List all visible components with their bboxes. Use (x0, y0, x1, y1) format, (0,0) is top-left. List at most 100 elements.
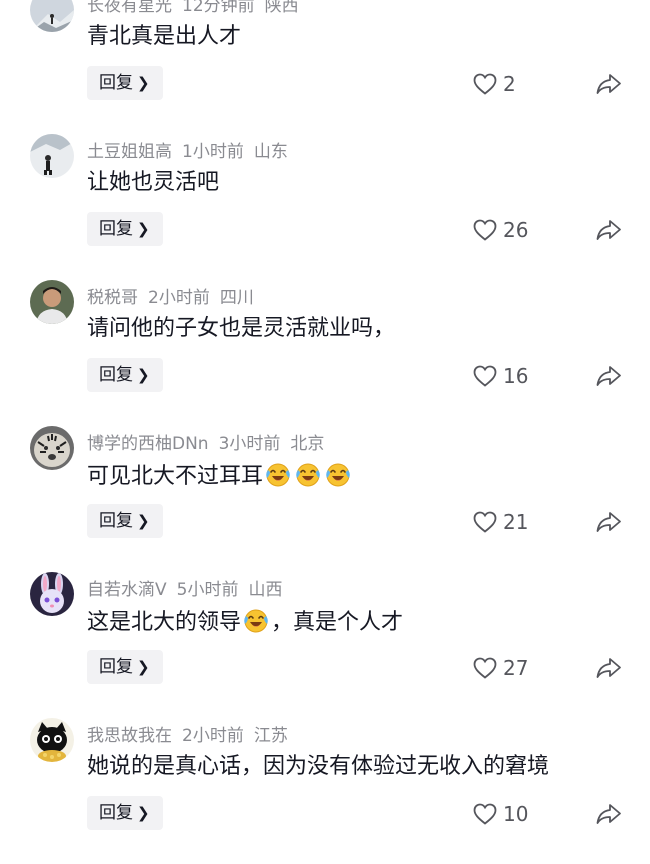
chevron-right-icon: ❯ (137, 220, 150, 238)
chevron-right-icon: ❯ (137, 658, 150, 676)
cartoon-cat-avatar-icon (30, 718, 74, 762)
comment-text-main: 她说的是真心话，因为没有体验过无收入的窘境 (87, 754, 550, 779)
share-arrow-icon (596, 366, 621, 386)
comment-item: 我思故我在 2小时前 江苏 她说的是真心话，因为没有体验过无收入的窘境 回复 ❯ 10 (0, 718, 650, 864)
share-arrow-icon (596, 74, 621, 94)
comment-text-main: 青北真是出人才 (87, 24, 242, 49)
share-button[interactable] (596, 510, 622, 534)
username[interactable]: 长夜有星光 (87, 0, 172, 16)
reply-label: 回复 (99, 511, 133, 531)
user-avatar[interactable] (30, 426, 74, 470)
reply-button[interactable]: 回复 ❯ (87, 66, 163, 100)
comment-item: 税税哥 2小时前 四川 请问他的子女也是灵活就业吗， 回复 ❯ 16 (0, 280, 650, 426)
timestamp: 5小时前 (176, 580, 239, 600)
comment-text: 请问他的子女也是灵活就业吗， (87, 314, 395, 344)
user-avatar[interactable] (30, 572, 74, 616)
share-button[interactable] (596, 802, 622, 826)
laughing-crying-emoji-icon (324, 460, 352, 488)
comment-item: 土豆姐姐高 1小时前 山东 让她也灵活吧 回复 ❯ 26 (0, 134, 650, 280)
comment-meta: 土豆姐姐高 1小时前 山东 (87, 142, 298, 162)
like-count: 26 (503, 218, 529, 242)
username[interactable]: 自若水滴V (87, 580, 167, 600)
username[interactable]: 博学的西柚DNn (87, 434, 209, 454)
comment-text-tail: ，真是个人才 (271, 610, 404, 635)
laughing-crying-emoji-icon (294, 460, 322, 488)
comment-meta: 长夜有星光 12分钟前 陕西 (87, 0, 309, 16)
portrait-avatar-icon (30, 280, 74, 324)
share-arrow-icon (596, 658, 621, 678)
reply-button[interactable]: 回复 ❯ (87, 212, 163, 246)
like-button[interactable]: 16 (473, 363, 528, 389)
comment-text: 可见北大不过耳耳 (87, 460, 353, 492)
comment-text-main: 让她也灵活吧 (87, 170, 220, 195)
share-button[interactable] (596, 72, 622, 96)
user-avatar[interactable] (30, 0, 74, 32)
reply-button[interactable]: 回复 ❯ (87, 650, 163, 684)
comment-meta: 自若水滴V 5小时前 山西 (87, 580, 292, 600)
location: 北京 (290, 434, 325, 454)
heart-icon (473, 219, 497, 241)
timestamp: 12分钟前 (182, 0, 255, 16)
comment-text-main: 请问他的子女也是灵活就业吗， (87, 316, 396, 341)
user-avatar[interactable] (30, 718, 74, 762)
comment-text-main: 这是北大的领导 (87, 610, 242, 635)
location: 山西 (248, 580, 283, 600)
timestamp: 2小时前 (182, 726, 244, 746)
comment-meta: 我思故我在 2小时前 江苏 (87, 726, 298, 746)
timestamp: 1小时前 (182, 142, 244, 162)
chevron-right-icon: ❯ (137, 366, 150, 384)
heart-icon (473, 73, 497, 95)
comment-text: 青北真是出人才 (87, 22, 241, 52)
reply-label: 回复 (99, 657, 133, 677)
like-button[interactable]: 21 (473, 509, 528, 535)
reply-label: 回复 (99, 219, 133, 239)
laughing-crying-emoji-icon (242, 606, 270, 634)
like-count: 21 (503, 510, 529, 534)
username[interactable]: 土豆姐姐高 (87, 142, 172, 162)
username[interactable]: 税税哥 (87, 288, 138, 308)
like-count: 10 (503, 802, 529, 826)
chevron-right-icon: ❯ (137, 74, 150, 92)
comment-text: 让她也灵活吧 (87, 168, 219, 198)
share-arrow-icon (596, 512, 621, 532)
share-arrow-icon (596, 804, 621, 824)
like-count: 27 (503, 656, 529, 680)
location: 陕西 (264, 0, 299, 16)
reply-label: 回复 (99, 365, 133, 385)
heart-icon (473, 803, 497, 825)
comment-meta: 税税哥 2小时前 四川 (87, 288, 264, 308)
user-avatar[interactable] (30, 134, 74, 178)
like-count: 16 (503, 364, 529, 388)
heart-icon (473, 365, 497, 387)
like-button[interactable]: 2 (473, 71, 516, 97)
username[interactable]: 我思故我在 (87, 726, 172, 746)
bunny-avatar-icon (30, 572, 74, 616)
like-button[interactable]: 27 (473, 655, 528, 681)
tiger-avatar-icon (30, 426, 74, 470)
location: 山东 (253, 142, 288, 162)
reply-button[interactable]: 回复 ❯ (87, 358, 163, 392)
like-count: 2 (503, 72, 516, 96)
timestamp: 3小时前 (218, 434, 281, 454)
mountain-climber-avatar-icon (30, 0, 74, 32)
chevron-right-icon: ❯ (137, 512, 150, 530)
reply-button[interactable]: 回复 ❯ (87, 504, 163, 538)
share-button[interactable] (596, 656, 622, 680)
timestamp: 2小时前 (148, 288, 210, 308)
like-button[interactable]: 10 (473, 801, 528, 827)
reply-label: 回复 (99, 73, 133, 93)
heart-icon (473, 657, 497, 679)
comment-meta: 博学的西柚DNn 3小时前 北京 (87, 434, 334, 454)
comment-text: 她说的是真心话，因为没有体验过无收入的窘境 (87, 752, 549, 782)
chevron-right-icon: ❯ (137, 804, 150, 822)
share-button[interactable] (596, 364, 622, 388)
comment-item: 长夜有星光 12分钟前 陕西 青北真是出人才 回复 ❯ 2 (0, 0, 650, 134)
snow-figure-avatar-icon (30, 134, 74, 178)
reply-button[interactable]: 回复 ❯ (87, 796, 163, 830)
share-button[interactable] (596, 218, 622, 242)
comment-item: 自若水滴V 5小时前 山西 这是北大的领导 ，真是个人才 回复 ❯ 27 (0, 572, 650, 718)
like-button[interactable]: 26 (473, 217, 528, 243)
share-arrow-icon (596, 220, 621, 240)
user-avatar[interactable] (30, 280, 74, 324)
comment-text-main: 可见北大不过耳耳 (87, 464, 264, 489)
